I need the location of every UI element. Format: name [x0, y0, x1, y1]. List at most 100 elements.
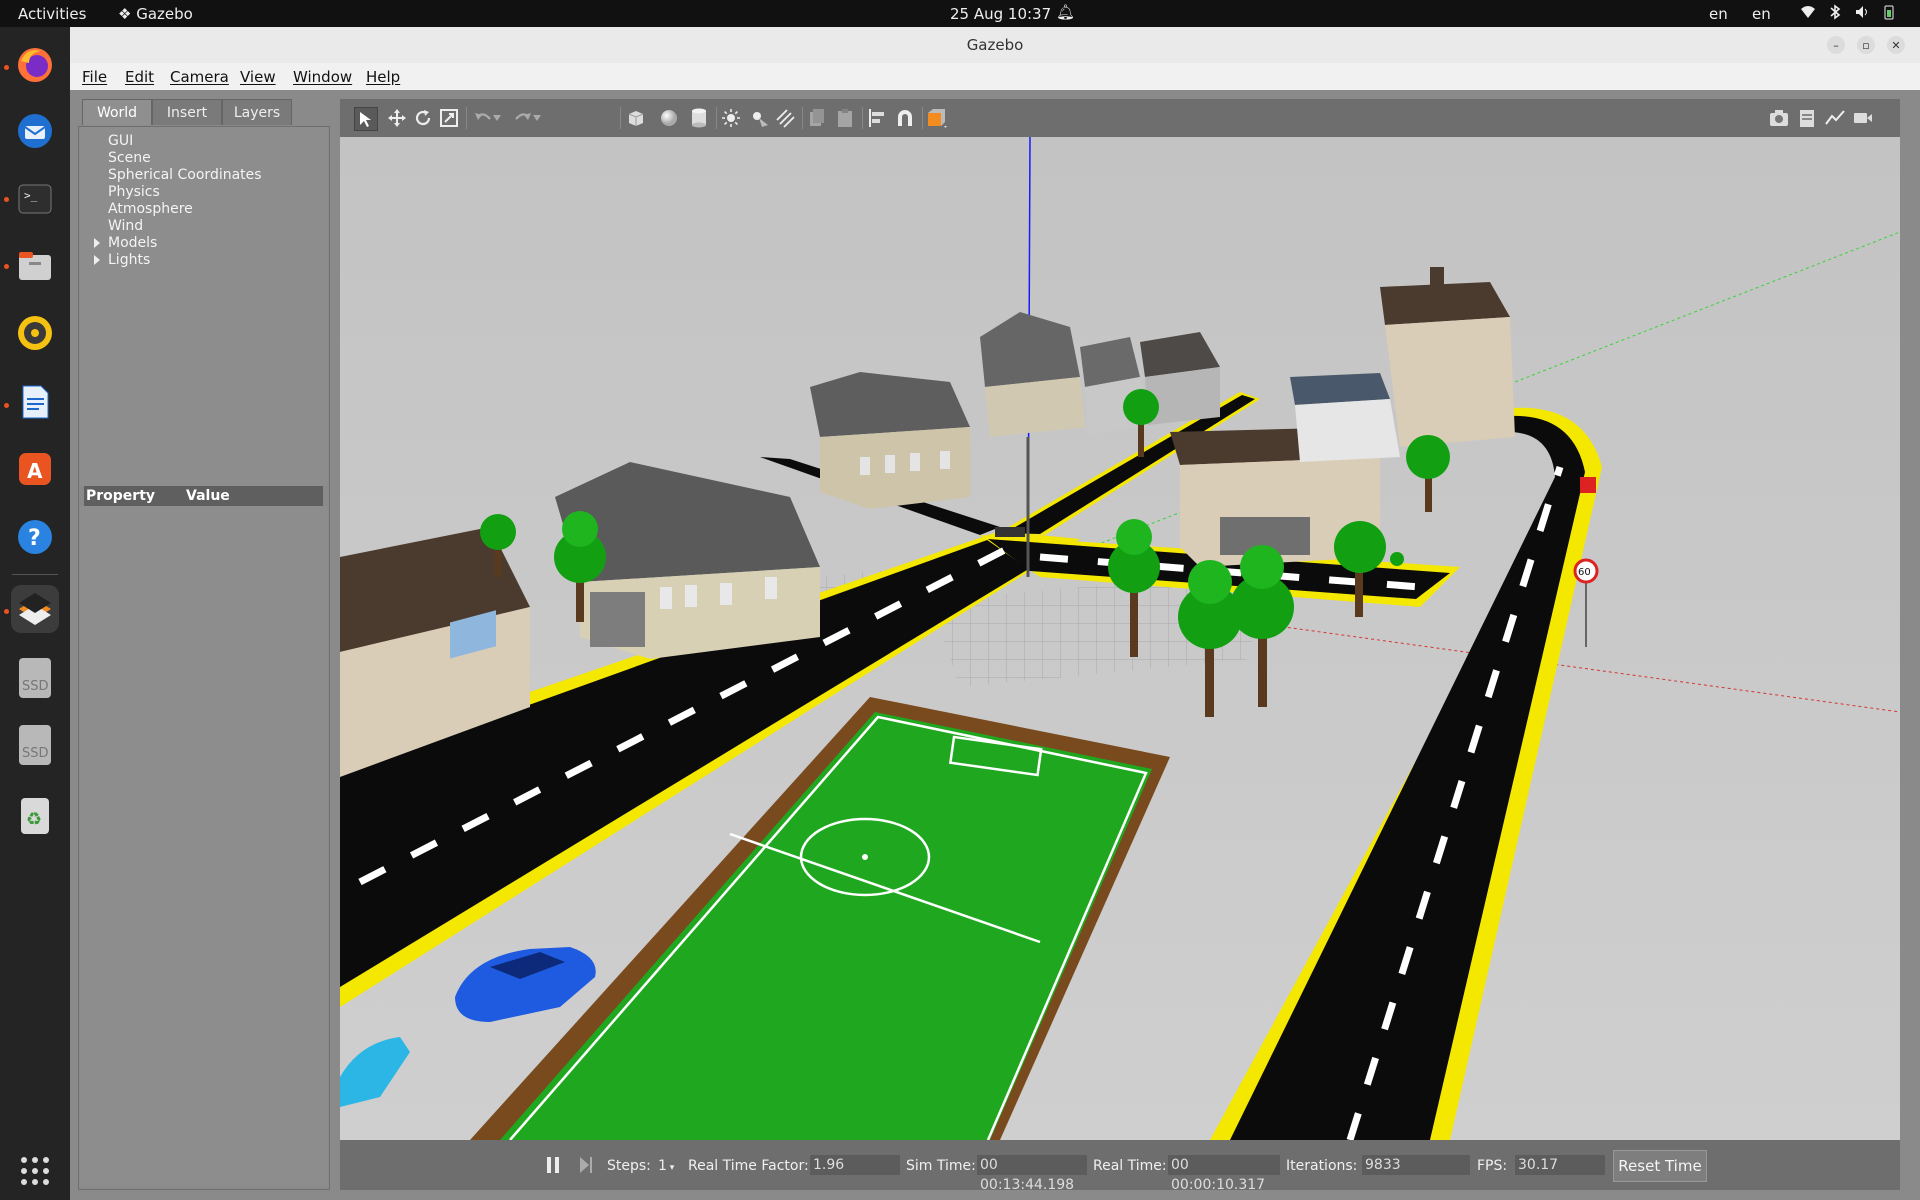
tab-layers[interactable]: Layers	[222, 99, 292, 125]
speed-limit-value: 60	[1578, 567, 1591, 578]
pause-icon[interactable]	[545, 1155, 561, 1179]
value-column-header: Value	[186, 488, 230, 504]
menu-help[interactable]: Help	[366, 68, 400, 86]
tree-item-models[interactable]: Models	[108, 235, 157, 251]
expand-arrow-icon[interactable]	[94, 238, 100, 248]
step-forward-icon[interactable]	[578, 1155, 594, 1179]
reset-time-button[interactable]: Reset Time	[1613, 1150, 1707, 1182]
undo-history-chevron-down-icon[interactable]	[492, 107, 502, 129]
scale-mode-icon[interactable]	[438, 107, 460, 129]
box-shape-icon[interactable]	[625, 107, 647, 129]
toolbar-separator	[802, 107, 803, 129]
paste-icon[interactable]	[834, 107, 856, 129]
stop-sign	[1580, 477, 1596, 493]
system-tray[interactable]	[1800, 4, 1895, 20]
activities-button[interactable]: Activities	[18, 5, 86, 23]
show-apps-icon[interactable]	[11, 1147, 59, 1195]
ssd-label: SSD	[22, 679, 49, 694]
toolbar-separator	[620, 107, 621, 129]
menu-file[interactable]: File	[82, 68, 107, 86]
select-mode-icon[interactable]	[354, 107, 378, 131]
point-light-icon[interactable]	[720, 107, 742, 129]
video-record-icon[interactable]	[1852, 107, 1874, 129]
files-icon[interactable]	[11, 242, 59, 290]
menu-edit[interactable]: Edit	[125, 68, 154, 86]
help-icon[interactable]: ?	[11, 513, 59, 561]
thunderbird-icon[interactable]	[11, 107, 59, 155]
firefox-icon[interactable]	[11, 41, 59, 89]
maximize-button[interactable]: ▫	[1857, 36, 1875, 54]
view-angle-icon[interactable]	[926, 107, 948, 129]
ssd-drive-icon[interactable]: SSD	[11, 654, 59, 702]
spot-light-icon[interactable]	[748, 107, 770, 129]
tree-item-atmosphere[interactable]: Atmosphere	[108, 201, 193, 217]
svg-text:?: ?	[28, 526, 41, 551]
tree-item-wind[interactable]: Wind	[108, 218, 143, 234]
app-menu[interactable]: ❖ Gazebo	[118, 5, 193, 23]
chimney	[1430, 267, 1444, 287]
tree-item-scene[interactable]: Scene	[108, 150, 151, 166]
real-time-label: Real Time:	[1093, 1158, 1167, 1174]
undo-icon[interactable]	[472, 107, 494, 129]
running-indicator	[4, 197, 9, 202]
tab-insert[interactable]: Insert	[152, 99, 222, 125]
menu-window[interactable]: Window	[293, 68, 352, 86]
tab-world[interactable]: World	[82, 99, 152, 125]
iterations-field: 9833	[1362, 1155, 1470, 1175]
steps-spinbox[interactable]: 1 ▾	[658, 1158, 674, 1174]
ssd-label: SSD	[22, 746, 49, 761]
ssd-drive-icon[interactable]: SSD	[11, 721, 59, 769]
align-icon[interactable]	[866, 107, 888, 129]
world-tree: GUI Scene Spherical Coordinates Physics …	[80, 126, 328, 486]
clock[interactable]: 25 Aug 10:37	[950, 5, 1051, 23]
input-language-1[interactable]: en	[1709, 5, 1728, 23]
redo-icon[interactable]	[512, 107, 534, 129]
toolbar-separator	[862, 107, 863, 129]
bluetooth-icon	[1830, 4, 1841, 20]
menu-camera[interactable]: Camera	[170, 68, 229, 86]
running-indicator	[4, 264, 9, 269]
real-time-factor-field: 1.96	[810, 1155, 900, 1175]
tree-item-gui[interactable]: GUI	[108, 133, 133, 149]
fps-field: 30.17	[1515, 1155, 1605, 1175]
rhythmbox-icon[interactable]	[11, 309, 59, 357]
sim-time-field: 00 00:13:44.198	[977, 1155, 1087, 1193]
tree-item-spherical-coordinates[interactable]: Spherical Coordinates	[108, 167, 262, 183]
expand-arrow-icon[interactable]	[94, 255, 100, 265]
tree-item-physics[interactable]: Physics	[108, 184, 160, 200]
plot-icon[interactable]	[1824, 107, 1846, 129]
steps-label: Steps:	[607, 1158, 651, 1174]
cylinder-shape-icon[interactable]	[688, 107, 710, 129]
svg-text:A: A	[27, 459, 43, 483]
directional-light-icon[interactable]	[774, 107, 796, 129]
snap-magnet-icon[interactable]	[894, 107, 916, 129]
input-language-2[interactable]: en	[1752, 5, 1771, 23]
running-indicator	[4, 65, 9, 70]
dock: >_ A ? SSD SSD ♻	[0, 27, 70, 1200]
notification-bell-icon[interactable]: 🔔︎	[1056, 3, 1075, 21]
running-indicator	[4, 609, 9, 614]
app-center-icon[interactable]: A	[11, 445, 59, 493]
trash-icon[interactable]: ♻	[11, 792, 59, 840]
tree-item-lights[interactable]: Lights	[108, 252, 150, 268]
close-button[interactable]: ✕	[1887, 36, 1905, 54]
house-roof	[810, 372, 970, 437]
copy-icon[interactable]	[806, 107, 828, 129]
writer-icon[interactable]	[11, 378, 59, 426]
menu-view[interactable]: View	[240, 68, 276, 86]
garage-door	[590, 592, 645, 647]
window-title: Gazebo	[966, 36, 1024, 54]
3d-viewport[interactable]: 60	[340, 137, 1900, 1140]
title-bar[interactable]: Gazebo – ▫ ✕	[70, 27, 1920, 64]
sphere-shape-icon[interactable]	[658, 107, 680, 129]
gazebo-icon[interactable]	[11, 585, 59, 633]
redo-history-chevron-down-icon[interactable]	[532, 107, 542, 129]
menu-bar: File Edit Camera View Window Help	[70, 63, 1920, 90]
terminal-icon[interactable]: >_	[11, 175, 59, 223]
rotate-mode-icon[interactable]	[412, 107, 434, 129]
translate-mode-icon[interactable]	[386, 107, 408, 129]
toolbar-separator	[716, 107, 717, 129]
minimize-button[interactable]: –	[1827, 36, 1845, 54]
log-recording-icon[interactable]	[1796, 107, 1818, 129]
screenshot-camera-icon[interactable]	[1768, 107, 1790, 129]
